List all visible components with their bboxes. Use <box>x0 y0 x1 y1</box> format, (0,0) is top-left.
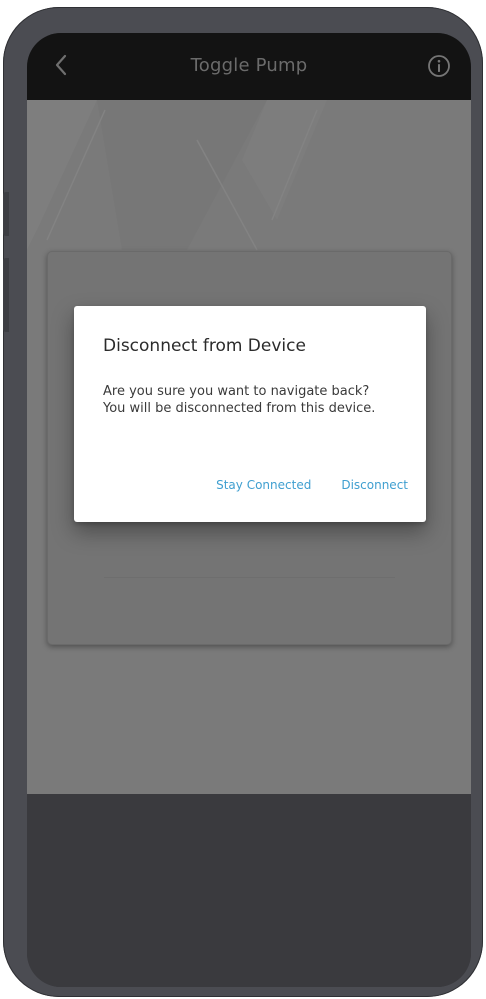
side-button-action <box>3 192 9 236</box>
dialog-message: Are you sure you want to navigate back? … <box>103 383 403 417</box>
dialog-title: Disconnect from Device <box>103 336 306 356</box>
app-header: Toggle Pump <box>27 33 471 100</box>
info-icon <box>428 55 450 77</box>
info-button[interactable] <box>427 54 451 78</box>
phone-frame: Toggle Pump Disconnect from Device Are y… <box>3 7 483 997</box>
side-button-volume-up <box>3 258 9 332</box>
card-divider <box>104 577 395 578</box>
dialog-actions: Stay Connected Disconnect <box>216 478 408 492</box>
phone-screen: Toggle Pump Disconnect from Device Are y… <box>27 33 471 987</box>
dialog-message-line: Are you sure you want to navigate back? <box>103 384 370 399</box>
bottom-panel <box>27 794 471 987</box>
dialog-message-line: You will be disconnected from this devic… <box>103 401 376 416</box>
disconnect-dialog: Disconnect from Device Are you sure you … <box>74 306 426 522</box>
disconnect-button[interactable]: Disconnect <box>341 478 408 492</box>
page-title: Toggle Pump <box>190 55 308 76</box>
stay-connected-button[interactable]: Stay Connected <box>216 478 311 492</box>
